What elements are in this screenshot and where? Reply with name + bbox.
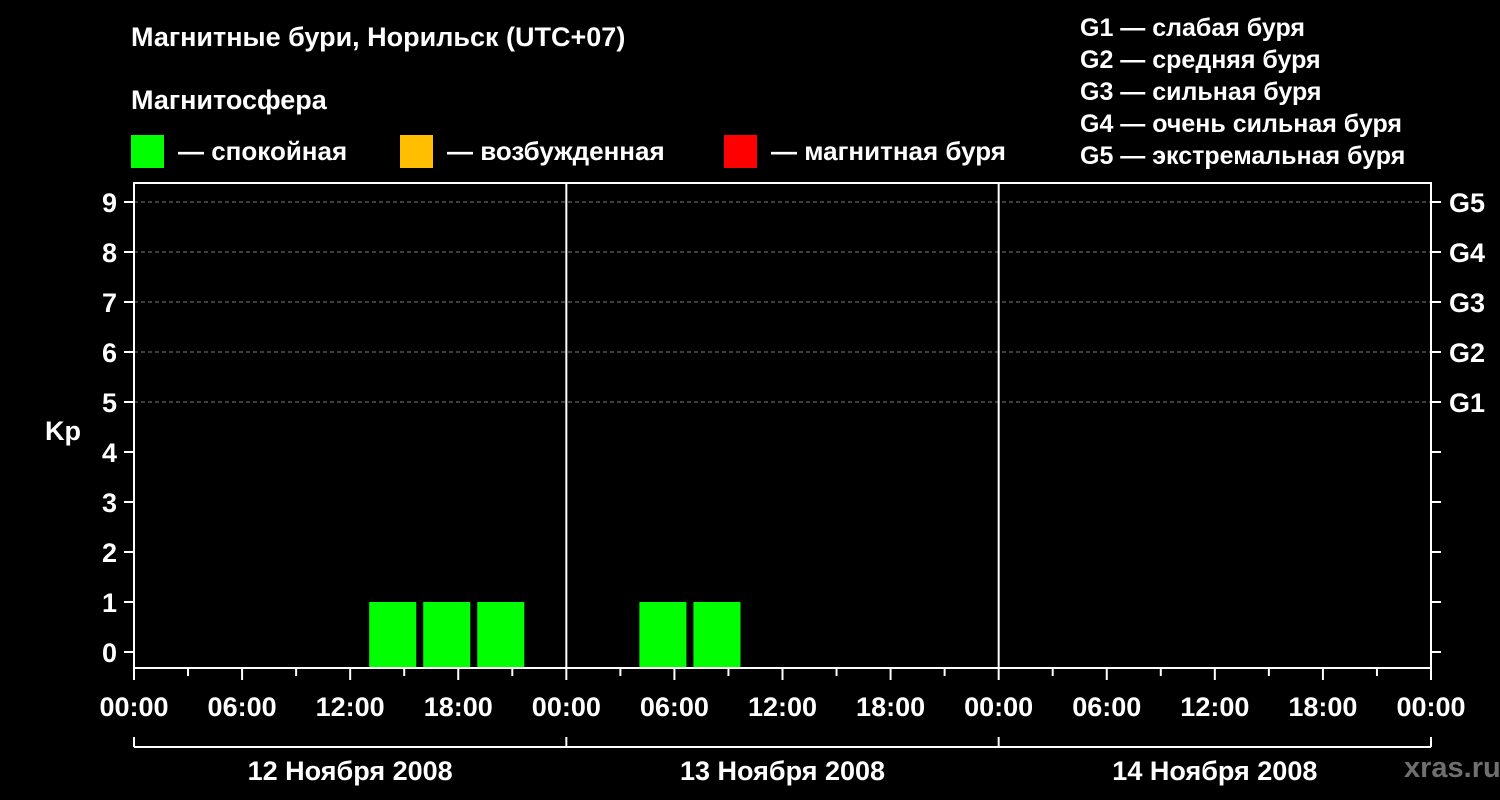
plot-frame: [133, 182, 1432, 669]
g-level-label-g1: G1: [1449, 388, 1485, 418]
kp-bar-5: [693, 602, 741, 668]
x-tick-label-3: 18:00: [424, 692, 493, 722]
x-tick-label-8: 00:00: [964, 692, 1033, 722]
x-tick-label-12: 00:00: [1396, 692, 1465, 722]
x-tick-label-7: 18:00: [856, 692, 925, 722]
kp-bar-2: [423, 602, 471, 668]
x-tick-label-6: 12:00: [748, 692, 817, 722]
x-tick-label-0: 00:00: [99, 692, 168, 722]
day-label-2: 13 Ноября 2008: [680, 756, 885, 786]
x-tick-label-10: 12:00: [1180, 692, 1249, 722]
y-tick-label-9: 9: [102, 188, 117, 218]
y-tick-label-3: 3: [102, 488, 117, 518]
y-tick-label-2: 2: [102, 538, 117, 568]
y-axis-label: Kp: [45, 416, 81, 446]
y-tick-label-7: 7: [102, 288, 117, 318]
x-tick-label-2: 12:00: [316, 692, 385, 722]
g-level-label-g4: G4: [1449, 238, 1485, 268]
x-tick-label-9: 06:00: [1072, 692, 1141, 722]
y-tick-label-4: 4: [102, 438, 117, 468]
kp-bar-1: [369, 602, 417, 668]
g-level-label-g5: G5: [1449, 188, 1485, 218]
y-tick-label-8: 8: [102, 238, 117, 268]
y-tick-label-1: 1: [102, 588, 117, 618]
x-tick-label-1: 06:00: [208, 692, 277, 722]
day-label-1: 12 Ноября 2008: [248, 756, 453, 786]
y-tick-label-5: 5: [102, 388, 117, 418]
g-level-label-g2: G2: [1449, 338, 1485, 368]
x-tick-label-11: 18:00: [1288, 692, 1357, 722]
watermark: xras.ru: [1404, 752, 1500, 784]
y-tick-label-0: 0: [102, 638, 117, 668]
y-tick-label-6: 6: [102, 338, 117, 368]
kp-bar-4: [639, 602, 687, 668]
kp-bar-3: [477, 602, 525, 668]
kp-chart: 0 1 2 3 4 5 6 7 8 9 Kp G1 G2 G3 G4 G5 00:00 06:00 12:00 18:…: [45, 182, 1485, 786]
g-level-label-g3: G3: [1449, 288, 1485, 318]
day-label-3: 14 Ноября 2008: [1112, 756, 1317, 786]
x-tick-label-4: 00:00: [532, 692, 601, 722]
x-tick-label-5: 06:00: [640, 692, 709, 722]
